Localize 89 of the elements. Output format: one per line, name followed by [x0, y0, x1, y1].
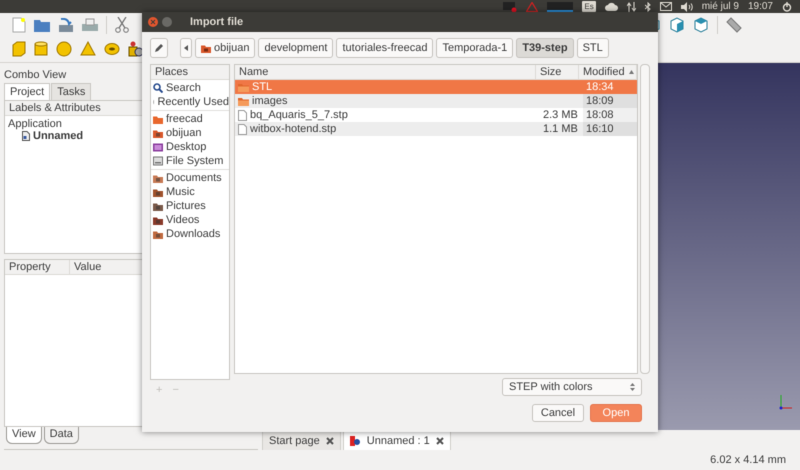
path-button[interactable]: Temporada-1	[436, 38, 514, 58]
place-item[interactable]: Music	[151, 185, 229, 199]
path-button[interactable]: STL	[576, 38, 609, 58]
warning-icon	[526, 2, 538, 12]
edit-path-button[interactable]	[150, 38, 168, 58]
modified-time: 18:08	[586, 109, 614, 121]
folder-icon	[153, 174, 163, 182]
recording-icon	[503, 2, 518, 12]
search-icon	[153, 83, 163, 93]
place-item[interactable]: Documents	[151, 171, 229, 185]
column-header[interactable]: Modified	[579, 65, 637, 80]
keyboard-layout-indicator[interactable]: Es	[582, 1, 596, 12]
sort-ascending-icon	[628, 70, 634, 74]
printer-icon[interactable]	[82, 18, 98, 32]
place-item[interactable]: File System	[151, 154, 229, 168]
bluetooth-icon	[644, 2, 651, 12]
modified-time: 16:10	[586, 123, 614, 135]
downloads-folder-icon	[153, 230, 163, 238]
cone-icon[interactable]	[80, 41, 96, 57]
document-tab[interactable]: Start page	[262, 431, 341, 450]
videos-folder-icon	[153, 216, 163, 224]
volume-icon	[680, 2, 693, 12]
place-item[interactable]: Search	[151, 81, 229, 95]
file-row[interactable]: images 18:09	[235, 94, 637, 108]
panel-title: Combo View	[4, 68, 66, 83]
sphere-icon[interactable]	[56, 41, 72, 57]
tab[interactable]: Project	[4, 83, 50, 100]
torus-icon[interactable]	[104, 41, 120, 57]
path-button[interactable]: development	[258, 38, 334, 58]
place-item[interactable]: Videos	[151, 213, 229, 227]
file-icon	[238, 124, 247, 134]
path-button[interactable]: tutoriales-freecad	[336, 38, 434, 58]
pencil-icon	[154, 43, 164, 53]
file-row[interactable]: witbox-hotend.stp 1.1 MB 16:10	[235, 122, 637, 136]
tab[interactable]: Tasks	[51, 83, 92, 100]
column-header: Property	[5, 260, 70, 275]
maximize-icon[interactable]	[162, 17, 172, 27]
cylinder-icon[interactable]	[34, 41, 48, 57]
close-icon[interactable]	[436, 437, 444, 445]
file-size: 2.3 MB	[543, 109, 578, 121]
network-arrows-icon	[626, 2, 636, 12]
up-down-arrows-icon	[630, 383, 635, 391]
desktop-icon	[153, 142, 163, 152]
meter-icon	[547, 2, 574, 12]
import-icon[interactable]	[58, 18, 74, 32]
drive-icon	[153, 156, 163, 166]
document-tab[interactable]: Unnamed : 1	[342, 431, 451, 450]
open-folder-icon[interactable]	[34, 18, 50, 32]
date-text: mié jul 9	[702, 1, 739, 12]
place-item[interactable]: Desktop	[151, 140, 229, 154]
cancel-button[interactable]: Cancel	[532, 404, 584, 422]
new-document-icon[interactable]	[12, 17, 26, 33]
tab[interactable]: Data	[44, 427, 79, 444]
cube-view-icon[interactable]	[669, 17, 685, 33]
music-folder-icon	[153, 188, 163, 196]
pictures-folder-icon	[153, 202, 163, 210]
mail-icon	[660, 2, 672, 11]
column-header[interactable]: Name	[235, 65, 536, 80]
left-arrow-icon	[184, 45, 188, 51]
place-item[interactable]: Downloads	[151, 227, 229, 241]
modified-time: 18:34	[586, 81, 614, 93]
modified-time: 18:09	[586, 95, 614, 107]
file-icon	[238, 110, 247, 120]
close-icon[interactable]	[326, 437, 334, 445]
document-icon	[22, 131, 30, 141]
ruler-icon[interactable]	[726, 17, 742, 33]
path-button[interactable]: T39-step	[516, 38, 574, 58]
column-header[interactable]: Size	[536, 65, 579, 80]
column-header: Places	[151, 65, 229, 80]
place-item[interactable]: obijuan	[151, 126, 229, 140]
scissors-icon[interactable]	[115, 17, 129, 33]
folder-icon	[238, 96, 249, 106]
home-folder-icon	[153, 128, 163, 138]
home-folder-icon	[201, 44, 211, 52]
scroll-left-button[interactable]	[180, 38, 192, 58]
dimensions-text: 6.02 x 4.14 mm	[710, 454, 786, 466]
freecad-doc-icon	[350, 436, 361, 446]
tab[interactable]: View	[6, 427, 42, 444]
place-item[interactable]: Pictures	[151, 199, 229, 213]
file-type-dropdown[interactable]: STEP with colors	[502, 378, 642, 396]
clock-text: 19:07	[748, 1, 773, 12]
path-button[interactable]: obijuan	[195, 38, 256, 58]
cloud-icon	[604, 2, 618, 11]
power-icon[interactable]	[782, 2, 792, 12]
dialog-title: Import file	[190, 16, 244, 28]
folder-icon	[238, 82, 249, 92]
cube-view-icon[interactable]	[693, 17, 709, 33]
box-icon[interactable]	[12, 41, 26, 57]
file-size: 1.1 MB	[543, 123, 578, 135]
